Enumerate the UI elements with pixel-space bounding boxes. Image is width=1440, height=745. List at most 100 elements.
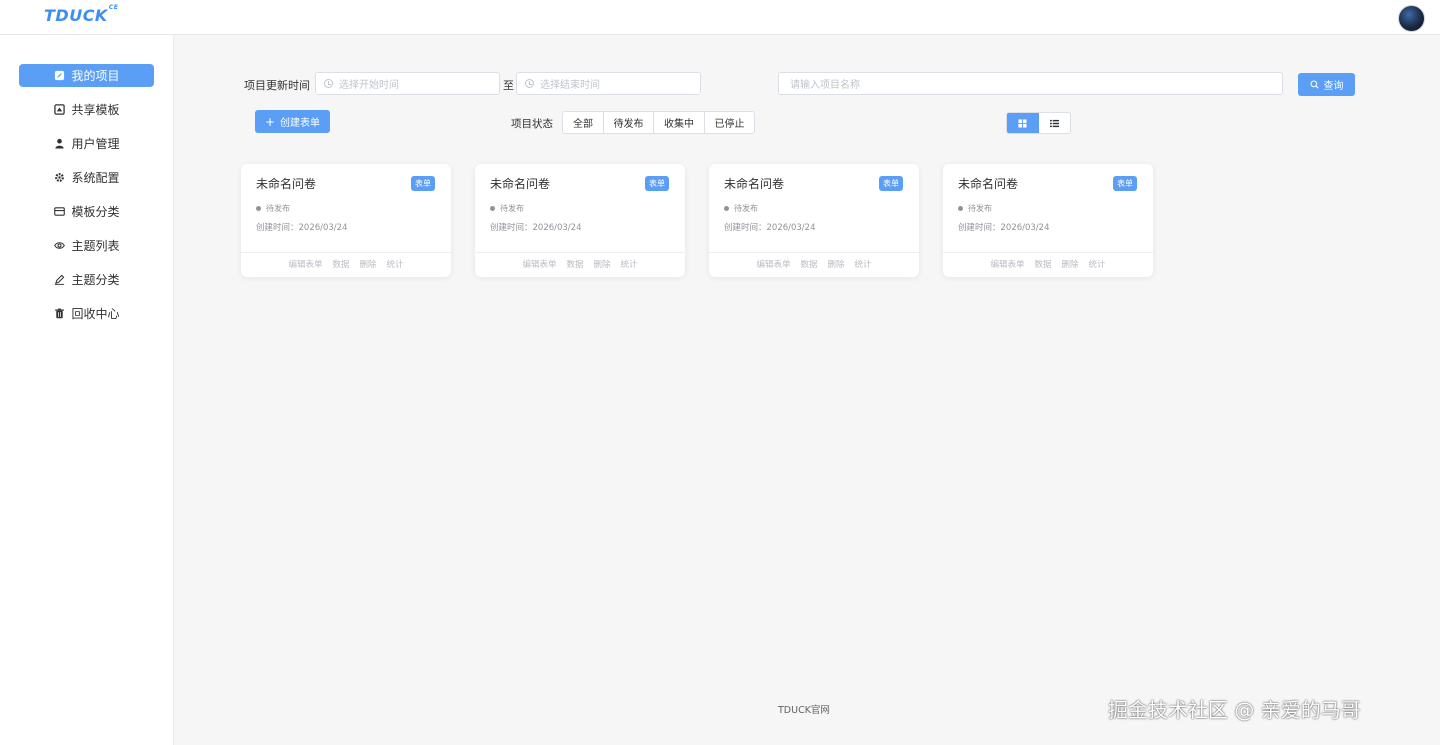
delete-link[interactable]: 删除 <box>594 258 611 270</box>
status-option-all[interactable]: 全部 <box>563 112 604 133</box>
project-card[interactable]: 未命名问卷 表单 待发布 创建时间：2026/03/24 编辑表单 数据 删除 … <box>475 164 685 277</box>
sidebar: 我的项目 共享模板 用户管理 系统配置 模板分类 主题列表 主题分类 回收中心 <box>0 35 174 745</box>
update-time-label: 项目更新时间 <box>244 79 310 92</box>
project-card[interactable]: 未命名问卷 表单 待发布 创建时间：2026/03/24 编辑表单 数据 删除 … <box>943 164 1153 277</box>
user-avatar[interactable] <box>1398 5 1425 32</box>
project-name-placeholder: 请输入项目名称 <box>790 80 860 91</box>
sidebar-item-label: 主题分类 <box>71 273 120 287</box>
eye-icon <box>53 240 65 252</box>
stats-link[interactable]: 统计 <box>387 258 404 270</box>
card-actions: 编辑表单 数据 删除 统计 <box>709 258 919 270</box>
card-title: 未命名问卷 <box>490 177 551 191</box>
sidebar-item-system-config[interactable]: 系统配置 <box>19 166 154 189</box>
start-time-placeholder: 选择开始时间 <box>339 80 399 91</box>
card-status-text: 待发布 <box>500 204 524 213</box>
sidebar-item-recycle-bin[interactable]: 回收中心 <box>19 302 154 325</box>
top-header: TDUCKCE <box>0 0 1440 35</box>
card-created-time: 创建时间：2026/03/24 <box>958 223 1050 233</box>
project-card[interactable]: 未命名问卷 表单 待发布 创建时间：2026/03/24 编辑表单 数据 删除 … <box>709 164 919 277</box>
status-option-stopped[interactable]: 已停止 <box>705 112 754 133</box>
project-name-input[interactable]: 请输入项目名称 <box>778 72 1283 95</box>
stats-link[interactable]: 统计 <box>621 258 638 270</box>
status-dot <box>256 206 261 211</box>
list-view-button[interactable] <box>1039 113 1071 133</box>
sidebar-item-user-management[interactable]: 用户管理 <box>19 132 154 155</box>
clock-icon <box>525 79 534 88</box>
card-divider <box>943 252 1153 253</box>
stats-link[interactable]: 统计 <box>1089 258 1106 270</box>
sidebar-item-label: 主题列表 <box>71 239 120 253</box>
sidebar-item-label: 我的项目 <box>71 69 120 83</box>
logo-edition: CE <box>108 3 119 11</box>
status-filter: 全部 待发布 收集中 已停止 <box>562 111 755 134</box>
sidebar-item-theme-list[interactable]: 主题列表 <box>19 234 154 257</box>
watermark: 掘金技术社区 @ 亲爱的马哥 <box>1108 698 1361 722</box>
edit-form-link[interactable]: 编辑表单 <box>990 258 1024 270</box>
trash-icon <box>53 308 65 320</box>
sidebar-item-label: 系统配置 <box>71 171 120 185</box>
grid-icon <box>1018 118 1027 128</box>
status-option-pending[interactable]: 待发布 <box>604 112 654 133</box>
to-label: 至 <box>503 79 514 92</box>
template-icon <box>53 104 65 116</box>
search-icon <box>1309 79 1319 91</box>
project-card[interactable]: 未命名问卷 表单 待发布 创建时间：2026/03/24 编辑表单 数据 删除 … <box>241 164 451 277</box>
sidebar-item-label: 共享模板 <box>71 103 120 117</box>
status-dot <box>490 206 495 211</box>
card-created-time: 创建时间：2026/03/24 <box>724 223 816 233</box>
form-type-badge: 表单 <box>879 176 903 191</box>
end-time-input[interactable]: 选择结束时间 <box>516 72 701 95</box>
card-created-time: 创建时间：2026/03/24 <box>490 223 582 233</box>
sidebar-item-label: 回收中心 <box>71 307 120 321</box>
edit-form-link[interactable]: 编辑表单 <box>288 258 322 270</box>
card-status-text: 待发布 <box>968 204 992 213</box>
card-created-time: 创建时间：2026/03/24 <box>256 223 348 233</box>
pen-icon <box>53 274 65 286</box>
card-status: 待发布 <box>490 203 524 214</box>
card-divider <box>475 252 685 253</box>
card-status-text: 待发布 <box>266 204 290 213</box>
data-link[interactable]: 数据 <box>566 258 583 270</box>
logo-text: TDUCK <box>44 6 108 25</box>
delete-link[interactable]: 删除 <box>828 258 845 270</box>
delete-link[interactable]: 删除 <box>1062 258 1079 270</box>
delete-link[interactable]: 删除 <box>360 258 377 270</box>
sidebar-item-shared-templates[interactable]: 共享模板 <box>19 98 154 121</box>
edit-form-link[interactable]: 编辑表单 <box>756 258 790 270</box>
end-time-placeholder: 选择结束时间 <box>540 80 600 91</box>
sidebar-item-label: 模板分类 <box>71 205 120 219</box>
logo[interactable]: TDUCKCE <box>44 3 119 25</box>
form-type-badge: 表单 <box>645 176 669 191</box>
card-icon <box>53 206 65 218</box>
user-icon <box>53 138 65 150</box>
data-link[interactable]: 数据 <box>332 258 349 270</box>
card-status: 待发布 <box>724 203 758 214</box>
search-button-label: 查询 <box>1323 81 1344 92</box>
create-form-button[interactable]: + 创建表单 <box>255 110 330 133</box>
sidebar-item-my-projects[interactable]: 我的项目 <box>19 64 154 87</box>
stats-link[interactable]: 统计 <box>855 258 872 270</box>
start-time-input[interactable]: 选择开始时间 <box>315 72 500 95</box>
card-actions: 编辑表单 数据 删除 统计 <box>241 258 451 270</box>
data-link[interactable]: 数据 <box>800 258 817 270</box>
data-link[interactable]: 数据 <box>1034 258 1051 270</box>
card-title: 未命名问卷 <box>724 177 785 191</box>
sidebar-item-template-categories[interactable]: 模板分类 <box>19 200 154 223</box>
edit-form-link[interactable]: 编辑表单 <box>522 258 556 270</box>
form-type-badge: 表单 <box>1113 176 1137 191</box>
clock-icon <box>324 79 333 88</box>
status-option-collecting[interactable]: 收集中 <box>654 112 705 133</box>
view-toggle <box>1006 112 1071 134</box>
status-label: 项目状态 <box>511 118 553 130</box>
edit-icon <box>53 70 65 82</box>
card-title: 未命名问卷 <box>958 177 1019 191</box>
card-status-text: 待发布 <box>734 204 758 213</box>
status-dot <box>958 206 963 211</box>
card-status: 待发布 <box>958 203 992 214</box>
footer-link[interactable]: TDUCK官网 <box>778 702 830 716</box>
sidebar-item-theme-categories[interactable]: 主题分类 <box>19 268 154 291</box>
card-divider <box>709 252 919 253</box>
grid-view-button[interactable] <box>1007 113 1039 133</box>
search-button[interactable]: 查询 <box>1298 73 1355 96</box>
card-divider <box>241 252 451 253</box>
